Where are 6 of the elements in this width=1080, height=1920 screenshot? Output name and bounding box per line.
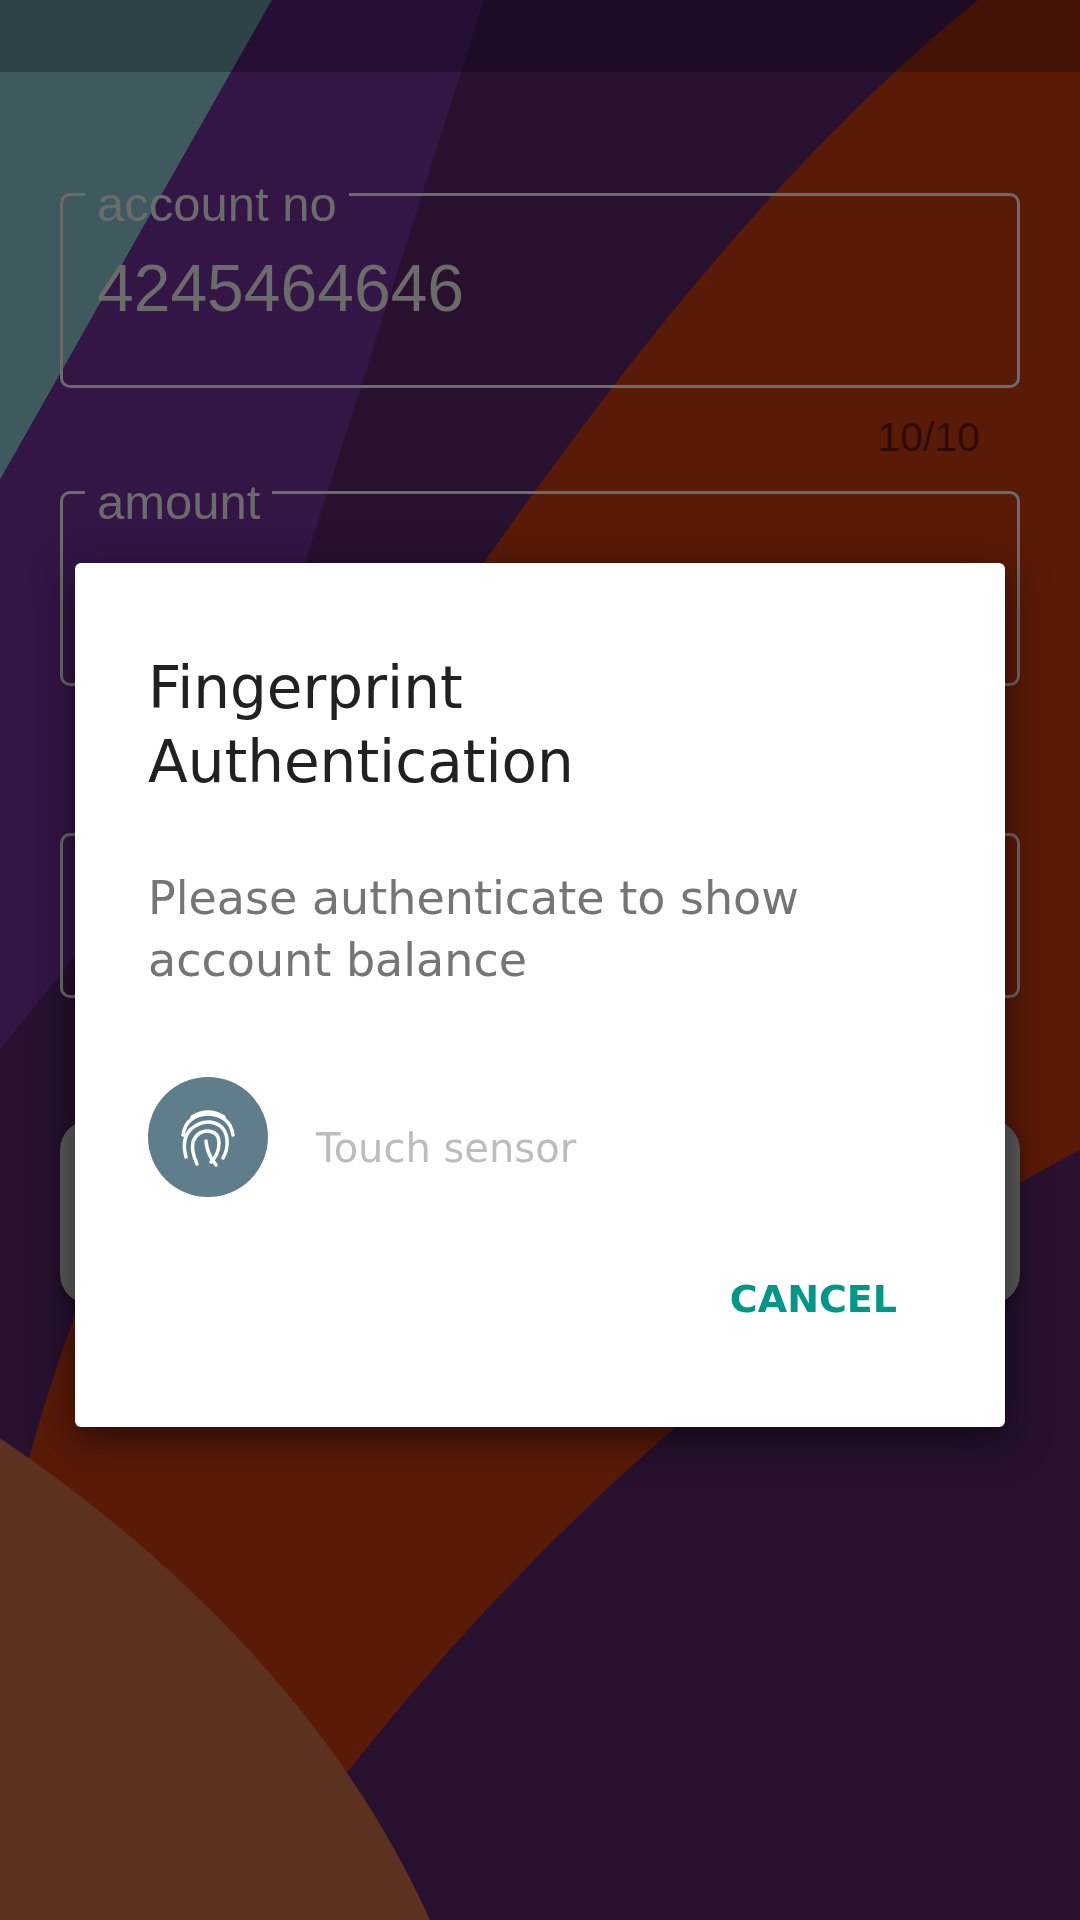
cancel-button[interactable]: CANCEL	[694, 1256, 932, 1342]
dialog-title: Fingerprint Authentication	[148, 653, 575, 798]
field-label: amount	[97, 478, 261, 527]
fingerprint-icon	[148, 1077, 268, 1197]
dialog-message: Please authenticate to show account balance	[148, 870, 800, 989]
sensor-hint: Touch sensor	[316, 1128, 577, 1168]
